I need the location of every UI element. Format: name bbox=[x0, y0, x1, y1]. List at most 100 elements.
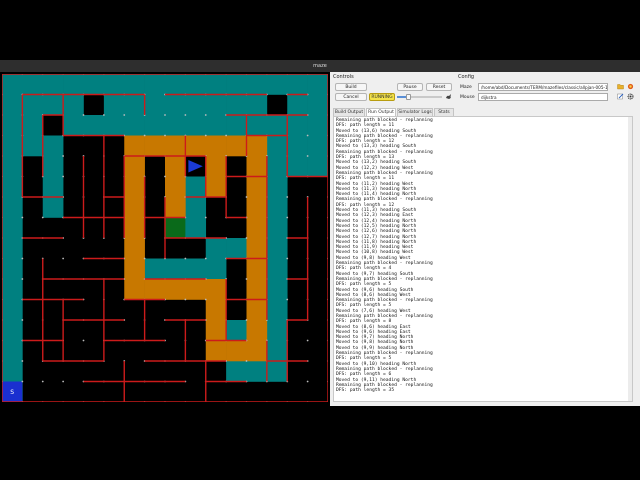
reset-button[interactable]: Reset bbox=[426, 83, 452, 91]
visited-cell bbox=[205, 258, 227, 280]
visited-cell bbox=[287, 135, 308, 157]
visited-cell bbox=[287, 115, 308, 136]
visited-cell bbox=[2, 361, 23, 382]
path-cell bbox=[205, 176, 227, 198]
visited-cell bbox=[287, 74, 308, 95]
path-cell bbox=[185, 135, 207, 157]
pause-button[interactable]: Pause bbox=[397, 83, 423, 91]
config-heading: Config bbox=[458, 74, 475, 80]
visited-cell bbox=[185, 217, 207, 239]
mouse-field[interactable]: dijkstra bbox=[478, 93, 608, 101]
maze-file-field[interactable]: /home/abd/Documents/TERM/mazefiles/class… bbox=[478, 83, 608, 91]
visited-cell bbox=[2, 238, 23, 259]
visited-cell bbox=[2, 279, 23, 300]
grid-post bbox=[204, 257, 207, 260]
visited-cell bbox=[103, 74, 125, 95]
visited-cell bbox=[266, 238, 288, 259]
visited-cell bbox=[42, 94, 64, 116]
grid-post bbox=[225, 134, 228, 137]
visited-cell bbox=[266, 156, 288, 177]
visited-cell bbox=[226, 361, 247, 382]
visited-cell bbox=[185, 74, 207, 95]
path-cell bbox=[246, 197, 268, 218]
path-cell bbox=[124, 258, 145, 280]
visited-cell bbox=[266, 217, 288, 239]
settings-icon[interactable] bbox=[627, 93, 634, 100]
visited-cell bbox=[42, 135, 64, 157]
build-button[interactable]: Build bbox=[335, 83, 367, 91]
visited-cell bbox=[103, 115, 125, 136]
grid-post bbox=[123, 114, 126, 116]
cancel-button[interactable]: Cancel bbox=[335, 93, 367, 101]
speed-slider[interactable] bbox=[397, 94, 442, 100]
visited-cell bbox=[165, 258, 186, 280]
visited-cell bbox=[2, 156, 23, 177]
visited-cell bbox=[2, 299, 23, 321]
maze-panel: S bbox=[0, 72, 330, 406]
path-cell bbox=[124, 156, 145, 177]
grid-post bbox=[62, 175, 65, 178]
grid-post bbox=[204, 216, 207, 219]
speed-slider-handle[interactable] bbox=[406, 94, 411, 100]
path-cell bbox=[246, 299, 268, 321]
window-title: maze bbox=[0, 60, 640, 72]
path-cell bbox=[246, 217, 268, 239]
visited-cell bbox=[124, 94, 145, 116]
path-cell bbox=[185, 279, 207, 300]
grid-post bbox=[306, 339, 309, 342]
path-cell bbox=[246, 258, 268, 280]
tab-build-output[interactable]: Build Output bbox=[333, 108, 365, 116]
visited-cell bbox=[205, 94, 227, 116]
edit-icon[interactable] bbox=[617, 93, 624, 100]
folder-icon[interactable] bbox=[617, 83, 624, 90]
visited-cell bbox=[307, 156, 328, 177]
visited-cell bbox=[205, 238, 227, 259]
tab-run-output[interactable]: Run Output bbox=[366, 108, 396, 116]
visited-cell bbox=[22, 115, 44, 136]
visited-cell bbox=[2, 94, 23, 116]
visited-cell bbox=[63, 115, 84, 136]
visited-cell bbox=[246, 74, 268, 95]
maze-grid[interactable]: S bbox=[2, 74, 328, 402]
tab-stats[interactable]: Stats bbox=[434, 108, 454, 116]
grid-post bbox=[21, 380, 24, 383]
path-cell bbox=[144, 279, 166, 300]
grid-post bbox=[102, 114, 105, 116]
rabbit-icon bbox=[446, 94, 451, 99]
grid-post bbox=[184, 298, 187, 301]
visited-cell bbox=[83, 74, 105, 95]
grid-post bbox=[21, 216, 24, 219]
run-output-log[interactable]: Remaining path blocked - replanning DFS: … bbox=[333, 116, 633, 402]
visited-cell bbox=[124, 115, 145, 136]
visited-cell bbox=[226, 94, 247, 116]
visited-cell bbox=[185, 176, 207, 198]
visited-cell bbox=[307, 115, 328, 136]
visited-cell bbox=[42, 156, 64, 177]
visited-cell bbox=[266, 197, 288, 218]
visited-cell bbox=[287, 156, 308, 177]
visited-cell bbox=[144, 258, 166, 280]
visited-cell bbox=[22, 135, 44, 157]
maze-label: Maze bbox=[460, 85, 472, 90]
visited-cell bbox=[2, 258, 23, 280]
grid-post bbox=[286, 196, 289, 198]
grid-post bbox=[306, 155, 309, 157]
path-cell bbox=[124, 176, 145, 198]
visited-cell bbox=[185, 94, 207, 116]
visited-cell bbox=[307, 94, 328, 116]
path-cell bbox=[165, 156, 186, 177]
grid-post bbox=[82, 114, 85, 116]
visited-cell bbox=[246, 115, 268, 136]
log-scrollbar[interactable] bbox=[628, 117, 632, 401]
controls-heading: Controls bbox=[333, 74, 354, 80]
grid-post bbox=[306, 380, 309, 383]
path-cell bbox=[165, 176, 186, 198]
refresh-icon[interactable] bbox=[627, 83, 634, 90]
path-cell bbox=[124, 135, 145, 157]
grid-post bbox=[41, 380, 44, 383]
visited-cell bbox=[307, 135, 328, 157]
visited-cell bbox=[266, 361, 288, 382]
visited-cell bbox=[22, 94, 44, 116]
app-window: maze S Controls Config Build Pause Reset… bbox=[0, 60, 640, 406]
tab-simulator-logs[interactable]: Simulator Logs bbox=[397, 108, 433, 116]
